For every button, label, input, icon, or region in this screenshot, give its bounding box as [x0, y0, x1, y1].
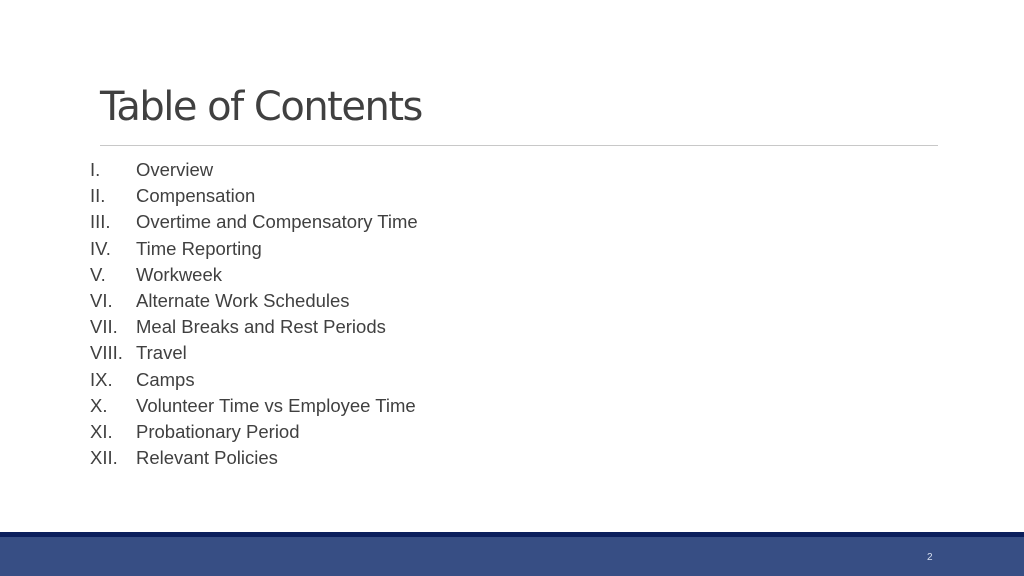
toc-item-number: II.: [90, 185, 106, 207]
toc-item-number: I.: [90, 159, 101, 180]
toc-item: XI. Probationary Period: [90, 419, 418, 445]
toc-item-label: Relevant Policies: [136, 447, 278, 469]
toc-item-number: XI.: [90, 420, 113, 442]
title-divider: [100, 145, 938, 146]
toc-item-number: VIII.: [90, 342, 123, 364]
toc-item: III. Overtime and Compensatory Time: [90, 209, 418, 235]
toc-item-label: Probationary Period: [136, 420, 300, 442]
toc-item-label: Travel: [136, 342, 187, 364]
toc-item-number: XII.: [90, 447, 118, 469]
slide-title: Table of Contents: [100, 84, 423, 130]
toc-item: X. Volunteer Time vs Employee Time: [90, 393, 418, 419]
toc-item-number: VI.: [90, 289, 113, 311]
footer-band: [0, 537, 1024, 576]
toc-item-label: Camps: [136, 368, 195, 390]
toc-item: V. Workweek: [90, 262, 418, 288]
toc-item-label: Overview: [136, 159, 214, 180]
table-of-contents-list: I. Overview II. Compensation III. Overtime …: [90, 157, 418, 471]
toc-item-number: III.: [90, 211, 111, 233]
toc-item-label: Volunteer Time vs Employee Time: [136, 394, 416, 416]
toc-item: XII. Relevant Policies: [90, 445, 418, 471]
toc-item-label: Compensation: [136, 185, 256, 207]
toc-item: IV. Time Reporting: [90, 236, 418, 262]
toc-item: I. Overview: [90, 157, 418, 183]
toc-item-number: IV.: [90, 237, 111, 259]
toc-item: II. Compensation: [90, 183, 418, 209]
toc-item-number: X.: [90, 394, 108, 416]
page-number: 2: [927, 552, 933, 563]
toc-item-label: Workweek: [136, 263, 223, 285]
toc-item-label: Alternate Work Schedules: [136, 289, 350, 311]
toc-item-number: IX.: [90, 368, 113, 390]
toc-item: IX. Camps: [90, 367, 418, 393]
toc-item: VI. Alternate Work Schedules: [90, 288, 418, 314]
toc-item-label: Meal Breaks and Rest Periods: [136, 316, 386, 338]
toc-item-label: Overtime and Compensatory Time: [136, 211, 418, 233]
toc-item: VII. Meal Breaks and Rest Periods: [90, 314, 418, 340]
toc-item-number: V.: [90, 263, 106, 285]
toc-item-number: VII.: [90, 316, 118, 338]
toc-item-label: Time Reporting: [136, 237, 262, 259]
toc-item: VIII. Travel: [90, 340, 418, 366]
